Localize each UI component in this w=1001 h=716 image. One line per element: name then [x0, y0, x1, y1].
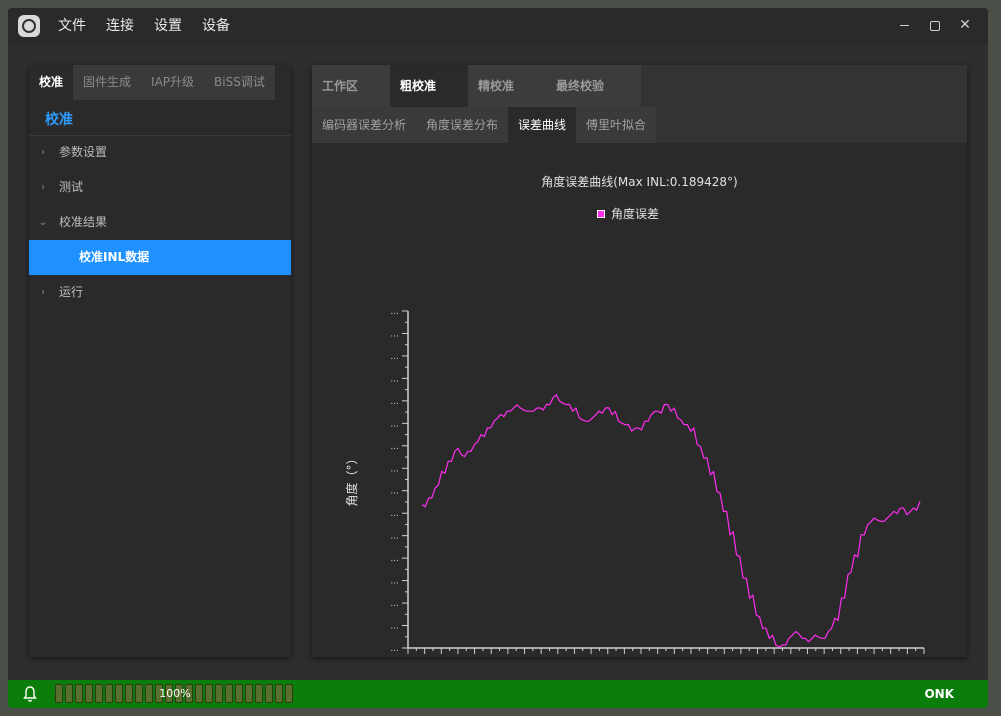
status-bar: 100% ONK — [8, 680, 988, 708]
right-panel: 工作区 粗校准 精校准 最终校验 编码器误差分析 角度误差分布 误差曲线 傅里叶… — [312, 65, 967, 657]
y-tick-label: ... — [390, 307, 399, 317]
tab-biss-debug[interactable]: BiSS调试 — [204, 65, 275, 100]
tab-fine-calibration[interactable]: 精校准 — [468, 65, 546, 107]
tree-item-label: 校准INL数据 — [79, 250, 150, 264]
y-tick-label: ... — [390, 419, 399, 429]
y-tick-label: ... — [390, 577, 399, 587]
nav-tree: › 参数设置 › 测试 ⌄ 校准结果 校准INL数据 › 运行 — [29, 135, 291, 310]
y-tick-label: ... — [390, 554, 399, 564]
bell-icon[interactable] — [22, 685, 38, 703]
y-tick-label: ... — [390, 329, 399, 339]
y-tick-label: ... — [390, 599, 399, 609]
maximize-icon[interactable] — [920, 8, 950, 44]
section-title: 校准 — [45, 112, 73, 128]
tab-encoder-error-analysis[interactable]: 编码器误差分析 — [312, 107, 417, 143]
app-logo-icon — [18, 15, 40, 37]
progress-label: 100% — [159, 687, 191, 700]
y-tick-label: ... — [390, 352, 399, 362]
tab-coarse-calibration[interactable]: 粗校准 — [390, 65, 468, 107]
tree-item-run[interactable]: › 运行 — [29, 275, 291, 310]
menu-file[interactable]: 文件 — [58, 8, 86, 44]
chevron-right-icon: › — [41, 287, 45, 298]
tree-item-label: 测试 — [59, 180, 84, 194]
menu-device[interactable]: 设备 — [202, 8, 230, 44]
tree-item-inl-data[interactable]: 校准INL数据 — [29, 240, 291, 275]
menu-settings[interactable]: 设置 — [154, 8, 182, 44]
chart-container: 角度误差曲线(Max INL:0.189428°) 角度误差 .........… — [312, 143, 967, 657]
left-tab-bar: 校准 固件生成 IAP升级 BiSS调试 — [29, 65, 275, 100]
y-tick-label: ... — [390, 622, 399, 632]
tab-calibration[interactable]: 校准 — [29, 65, 74, 100]
tree-item-label: 校准结果 — [59, 215, 108, 229]
y-tick-label: ... — [390, 374, 399, 384]
minimize-icon[interactable] — [890, 8, 920, 44]
top-tab-bar: 工作区 粗校准 精校准 最终校验 — [312, 65, 967, 107]
series-line-angle-error — [421, 393, 921, 648]
tree-item-params[interactable]: › 参数设置 — [29, 135, 291, 170]
close-icon[interactable]: ✕ — [950, 8, 980, 44]
tab-final-verification[interactable]: 最终校验 — [546, 65, 641, 107]
y-axis-label: 角度（°） — [344, 452, 359, 506]
chevron-down-icon: ⌄ — [38, 217, 48, 228]
tree-item-test[interactable]: › 测试 — [29, 170, 291, 205]
y-tick-label: ... — [390, 442, 399, 452]
tab-iap-upgrade[interactable]: IAP升级 — [141, 65, 205, 100]
sub-tab-bar: 编码器误差分析 角度误差分布 误差曲线 傅里叶拟合 — [312, 107, 967, 143]
status-text: ONK — [924, 687, 954, 701]
y-tick-label: ... — [390, 509, 399, 519]
left-panel: 校准 固件生成 IAP升级 BiSS调试 校准 › 参数设置 › 测试 ⌄ 校准… — [29, 65, 291, 657]
tree-item-label: 参数设置 — [59, 145, 108, 159]
tab-workspace[interactable]: 工作区 — [312, 65, 390, 107]
chevron-right-icon: › — [41, 147, 45, 158]
tab-fourier-fit[interactable]: 傅里叶拟合 — [576, 107, 657, 143]
chevron-right-icon: › — [41, 182, 45, 193]
y-tick-label: ... — [390, 532, 399, 542]
menu-connect[interactable]: 连接 — [106, 8, 134, 44]
tab-angle-error-distribution[interactable]: 角度误差分布 — [416, 107, 509, 143]
app-window: 文件 连接 设置 设备 ✕ 校准 固件生成 IAP升级 BiSS调试 校准 › … — [8, 8, 988, 708]
error-curve-chart: ........................................… — [344, 307, 925, 654]
y-tick-label: ... — [390, 397, 399, 407]
tab-error-curve[interactable]: 误差曲线 — [508, 107, 577, 143]
tree-item-label: 运行 — [59, 285, 84, 299]
y-tick-label: ... — [390, 487, 399, 497]
window-controls: ✕ — [890, 8, 980, 44]
menu-bar: 文件 连接 设置 设备 — [58, 8, 250, 44]
tree-item-results[interactable]: ⌄ 校准结果 — [29, 205, 291, 240]
title-bar: 文件 连接 设置 设备 ✕ — [8, 8, 988, 44]
tab-firmware-gen[interactable]: 固件生成 — [73, 65, 142, 100]
y-tick-label: ... — [390, 464, 399, 474]
y-tick-label: ... — [390, 644, 399, 654]
